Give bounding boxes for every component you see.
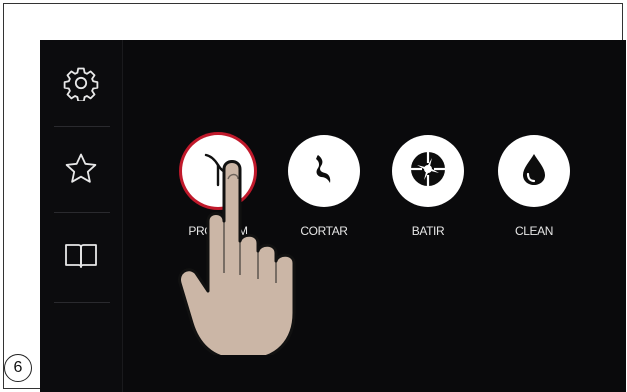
recipes-button[interactable] bbox=[40, 212, 122, 298]
mode-batir-label: BATIR bbox=[411, 224, 445, 238]
mode-clean-circle bbox=[498, 135, 570, 207]
drop-icon bbox=[514, 149, 554, 194]
mode-clean-label: CLEAN bbox=[514, 224, 553, 238]
mode-program-circle bbox=[182, 135, 254, 207]
appliance-touchscreen: PROGRAM CORTAR BATIR CLEAN bbox=[40, 40, 626, 392]
mode-program-label: PROGRAM bbox=[188, 224, 248, 238]
mode-cortar-circle bbox=[288, 135, 360, 207]
step-number-badge: 6 bbox=[4, 354, 32, 382]
blade-icon bbox=[198, 149, 238, 194]
mode-batir-circle bbox=[392, 135, 464, 207]
sidebar-divider bbox=[54, 302, 110, 303]
mode-program-button[interactable]: PROGRAM bbox=[180, 135, 256, 238]
book-icon bbox=[63, 237, 99, 273]
gear-icon bbox=[63, 65, 99, 101]
sidebar bbox=[40, 40, 123, 392]
mode-clean-button[interactable]: CLEAN bbox=[496, 135, 572, 238]
swirl-blade-icon bbox=[304, 149, 344, 194]
mode-batir-button[interactable]: BATIR bbox=[390, 135, 466, 238]
favorites-button[interactable] bbox=[40, 126, 122, 212]
mode-cortar-label: CORTAR bbox=[300, 224, 348, 238]
star-icon bbox=[63, 151, 99, 187]
settings-button[interactable] bbox=[40, 40, 122, 126]
whisk-icon bbox=[406, 147, 450, 196]
mode-cortar-button[interactable]: CORTAR bbox=[286, 135, 362, 238]
